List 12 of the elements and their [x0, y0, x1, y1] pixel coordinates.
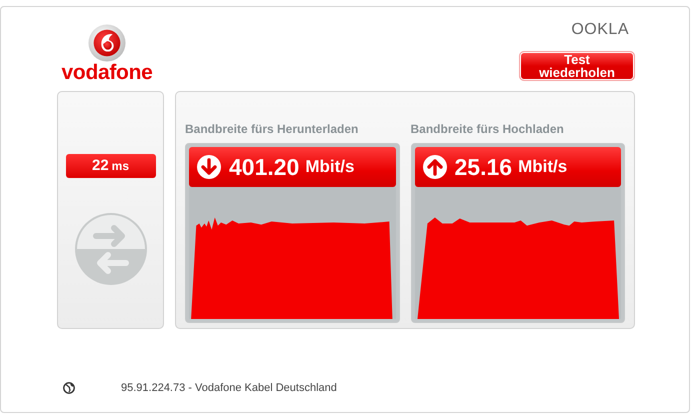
- speed-value: 401.20: [229, 152, 300, 182]
- retest-button[interactable]: Test wiederholen: [519, 51, 635, 81]
- partner-logo: OOKLA: [571, 21, 629, 39]
- speed-unit: Mbit/s: [305, 156, 354, 178]
- ping-value: 22: [92, 156, 109, 176]
- speed-value: 25.16: [454, 152, 512, 182]
- brand-logo: vodafone: [62, 62, 152, 84]
- ping-unit: ms: [112, 158, 130, 175]
- speed-unit: Mbit/s: [518, 156, 568, 178]
- test-title: Bandbreite fürs Hochladen: [410, 122, 565, 136]
- connection-info: 95.91.224.73 - Vodafone Kabel Deutschland: [121, 380, 337, 396]
- test-title: Bandbreite fürs Herunterladen: [185, 122, 360, 136]
